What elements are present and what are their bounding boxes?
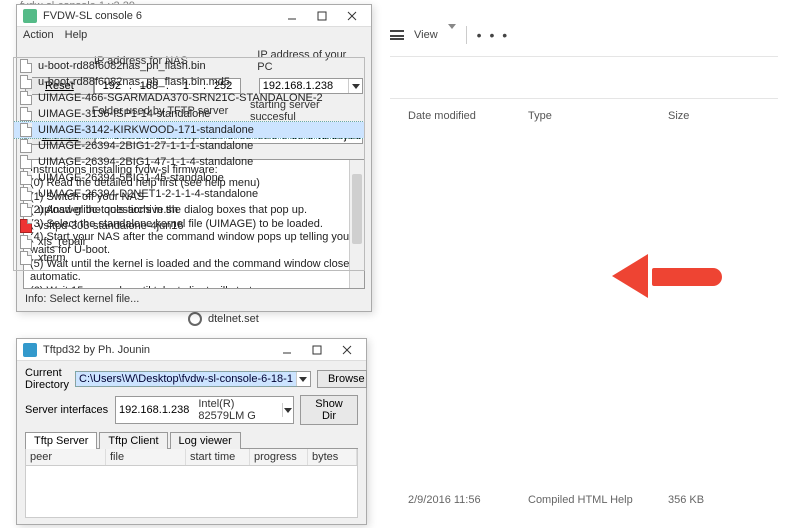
current-dir-combo[interactable]: C:\Users\W\Desktop\fvdw-sl-console-6-18-… — [76, 372, 296, 386]
menu-bar: Action Help — [17, 27, 371, 43]
file-list[interactable]: u-boot-rd88f6082nas_ph_flash.bin u-boot-r… — [13, 57, 365, 271]
file-icon — [20, 75, 32, 89]
server-interfaces-label: Server interfaces — [25, 404, 109, 416]
file-item[interactable]: vsftpd-303-standalone-4jun16 — [14, 218, 364, 234]
more-options-icon[interactable]: • • • — [477, 27, 509, 43]
col-bytes[interactable]: bytes — [308, 449, 357, 465]
file-icon — [20, 219, 32, 233]
file-icon — [20, 187, 32, 201]
col-file[interactable]: file — [106, 449, 186, 465]
chevron-down-icon[interactable] — [296, 372, 310, 386]
file-item-label: xterm — [38, 252, 66, 264]
file-item[interactable]: xfs_repair — [14, 234, 364, 250]
file-item[interactable]: u-boot-rd88f6082nas_ph_flash.bin.md5 — [14, 74, 364, 90]
file-item-label: u-boot-rd88f6082nas_ph_flash.bin.md5 — [38, 76, 230, 88]
file-icon — [20, 251, 32, 265]
tftpd32-window: Tftpd32 by Ph. Jounin Current Directory … — [16, 338, 367, 525]
file-item-label: upload-glibc-tools-archive.sh — [38, 204, 178, 216]
file-icon — [20, 59, 32, 73]
view-dropdown[interactable]: View — [414, 29, 438, 41]
hamburger-icon — [390, 30, 404, 40]
file-item[interactable]: UIMAGE-26394-D2NET1-2-1-1-4-standalone — [14, 186, 364, 202]
file-item[interactable]: UIMAGE-26394-5BIG1-45-standalone — [14, 170, 364, 186]
file-icon — [20, 155, 32, 169]
file-item-label: vsftpd-303-standalone-4jun16 — [38, 220, 184, 232]
tab-log-viewer[interactable]: Log viewer — [170, 432, 241, 449]
file-item[interactable]: UIMAGE-466-SGARMADA370-SRN21C-STANDALONE… — [14, 90, 364, 106]
file-row[interactable]: dtelnet.set — [188, 312, 259, 326]
tab-tftp-client[interactable]: Tftp Client — [99, 432, 167, 449]
file-icon — [20, 91, 32, 105]
col-size[interactable]: Size — [660, 106, 740, 126]
app-icon — [23, 9, 37, 23]
close-button[interactable] — [332, 340, 362, 360]
file-icon — [20, 123, 32, 137]
file-item[interactable]: upload-glibc-tools-archive.sh — [14, 202, 364, 218]
file-name: dtelnet.set — [208, 313, 259, 325]
window-title: Tftpd32 by Ph. Jounin — [43, 344, 272, 356]
instruction-line: (6) Wait 15 seconds until telnet client … — [30, 285, 358, 289]
server-interface-ip[interactable]: 192.168.1.238 — [116, 403, 192, 417]
server-interface-name: Intel(R) 82579LM G — [192, 397, 281, 423]
window-title: FVDW-SL console 6 — [43, 10, 277, 22]
tab-tftp-server[interactable]: Tftp Server — [25, 432, 97, 449]
file-item-label: UIMAGE-26394-D2NET1-2-1-1-4-standalone — [38, 188, 258, 200]
file-icon — [20, 171, 32, 185]
menu-help[interactable]: Help — [65, 29, 88, 41]
maximize-button[interactable] — [302, 340, 332, 360]
minimize-button[interactable] — [277, 6, 307, 26]
settings-file-icon — [188, 312, 202, 326]
minimize-button[interactable] — [272, 340, 302, 360]
file-item[interactable]: u-boot-rd88f6082nas_ph_flash.bin — [14, 58, 364, 74]
file-item-label: UIMAGE-26394-2BIG1-47-1-1-4-standalone — [38, 156, 253, 168]
file-item[interactable]: UIMAGE-26394-2BIG1-27-1-1-1-standalone — [14, 138, 364, 154]
file-item-label: UIMAGE-3136-ISP1-14-standalone — [38, 108, 210, 120]
file-item-label: UIMAGE-466-SGARMADA370-SRN21C-STANDALONE… — [38, 92, 323, 104]
file-size: 356 KB — [660, 492, 740, 508]
file-icon — [20, 203, 32, 217]
file-item-label: xfs_repair — [38, 236, 86, 248]
file-typedesc: Compiled HTML Help — [520, 492, 660, 508]
col-peer[interactable]: peer — [26, 449, 106, 465]
file-item[interactable]: xterm — [14, 250, 364, 266]
file-icon — [20, 235, 32, 249]
col-date-modified[interactable]: Date modified — [400, 106, 520, 126]
chevron-down-icon[interactable] — [282, 403, 293, 417]
current-dir-label: Current Directory — [25, 367, 69, 391]
chevron-down-icon — [448, 29, 456, 41]
file-item-label: UIMAGE-26394-2BIG1-27-1-1-1-standalone — [38, 140, 253, 152]
file-date: 2/9/2016 11:56 — [400, 492, 520, 508]
close-button[interactable] — [337, 6, 367, 26]
file-icon — [20, 107, 32, 121]
file-item-label: UIMAGE-3142-KIRKWOOD-171-standalone — [38, 124, 254, 136]
col-progress[interactable]: progress — [250, 449, 308, 465]
col-type[interactable]: Type — [520, 106, 660, 126]
browse-button[interactable]: Browse — [317, 370, 367, 388]
file-item[interactable]: UIMAGE-3136-ISP1-14-standalone — [14, 106, 364, 122]
file-item-label: UIMAGE-26394-5BIG1-45-standalone — [38, 172, 224, 184]
file-item[interactable]: UIMAGE-26394-2BIG1-47-1-1-4-standalone — [14, 154, 364, 170]
info-status-line: Info: Select kernel file... — [17, 291, 371, 311]
file-item[interactable]: UIMAGE-3142-KIRKWOOD-171-standalone — [14, 122, 364, 138]
show-dir-button[interactable]: Show Dir — [300, 395, 358, 425]
maximize-button[interactable] — [307, 6, 337, 26]
app-icon — [23, 343, 37, 357]
transfer-grid[interactable] — [25, 466, 358, 518]
menu-action[interactable]: Action — [23, 29, 54, 41]
file-icon — [20, 139, 32, 153]
col-start-time[interactable]: start time — [186, 449, 250, 465]
file-item-label: u-boot-rd88f6082nas_ph_flash.bin — [38, 60, 206, 72]
